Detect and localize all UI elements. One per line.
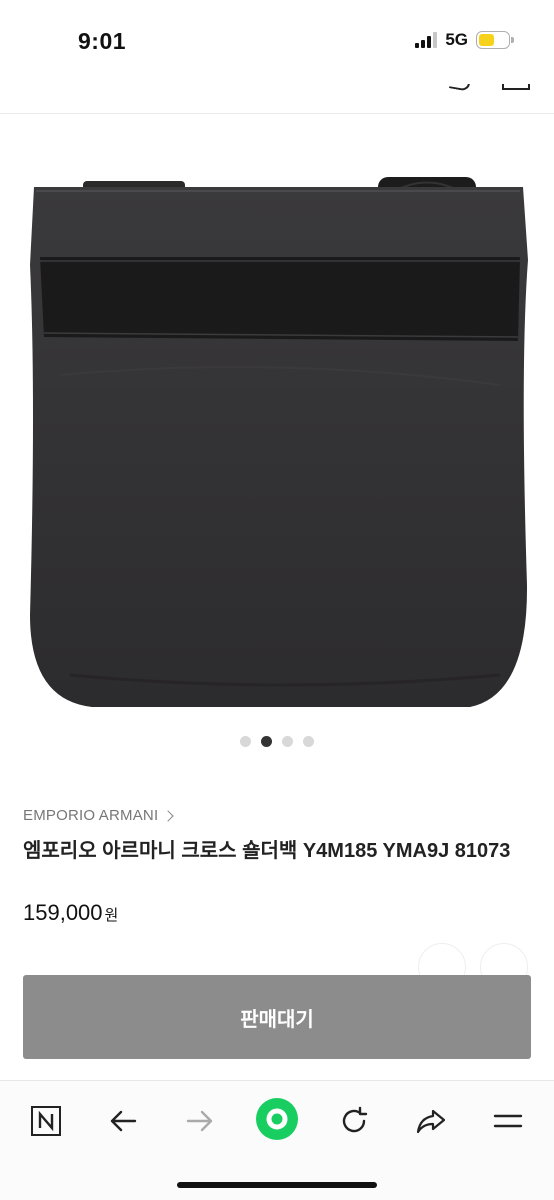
share-icon[interactable] xyxy=(411,1101,451,1141)
product-price: 159,000 원 xyxy=(23,900,118,926)
network-type: 5G xyxy=(445,30,468,49)
refresh-icon[interactable] xyxy=(334,1101,374,1141)
product-image[interactable] xyxy=(0,115,554,725)
price-value: 159,000 xyxy=(23,900,103,925)
menu-icon[interactable] xyxy=(502,84,530,90)
signal-icon xyxy=(415,32,438,48)
green-home-icon[interactable] xyxy=(255,1097,299,1141)
status-bar: 9:01 5G xyxy=(0,0,554,84)
forward-arrow-icon[interactable] xyxy=(180,1101,220,1141)
battery-icon xyxy=(476,31,514,49)
menu-icon[interactable] xyxy=(488,1101,528,1141)
pagination-dot[interactable] xyxy=(282,736,293,747)
image-pagination[interactable] xyxy=(0,736,554,747)
bag-illustration xyxy=(30,177,528,707)
price-unit: 원 xyxy=(104,907,119,924)
page-header xyxy=(0,84,554,114)
status-time: 9:01 xyxy=(78,28,127,54)
brand-link[interactable]: EMPORIO ARMANI xyxy=(23,807,174,824)
pagination-dot[interactable] xyxy=(303,736,314,747)
status-icons: 5G xyxy=(415,30,514,50)
naver-n-icon[interactable] xyxy=(26,1101,66,1141)
search-icon[interactable] xyxy=(448,84,472,92)
product-title: 엠포리오 아르마니 크로스 숄더백 Y4M185 YMA9J 81073 xyxy=(23,840,511,862)
brand-name: EMPORIO ARMANI xyxy=(23,807,159,824)
home-indicator xyxy=(177,1182,377,1188)
back-arrow-icon[interactable] xyxy=(103,1101,143,1141)
pagination-dot-active[interactable] xyxy=(261,736,272,747)
sell-status-button[interactable]: 판매대기 xyxy=(23,975,531,1059)
pagination-dot[interactable] xyxy=(240,736,251,747)
chevron-right-icon xyxy=(162,809,174,822)
